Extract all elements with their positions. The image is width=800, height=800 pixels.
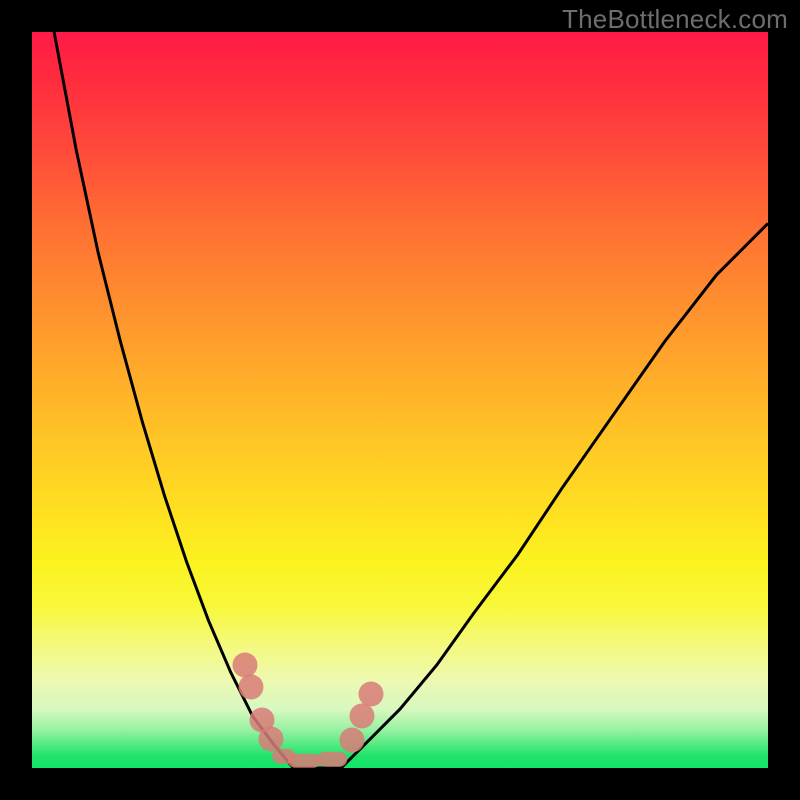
data-marker [358,682,383,707]
data-marker [259,726,284,751]
plot-area [32,32,768,768]
data-marker [340,728,365,753]
chart-root: TheBottleneck.com [0,0,800,800]
data-marker [288,753,320,768]
data-marker [233,652,258,677]
watermark-label: TheBottleneck.com [562,4,788,35]
data-marker [349,704,374,729]
data-marker [318,752,347,767]
data-marker [239,675,264,700]
marker-layer [32,32,768,768]
